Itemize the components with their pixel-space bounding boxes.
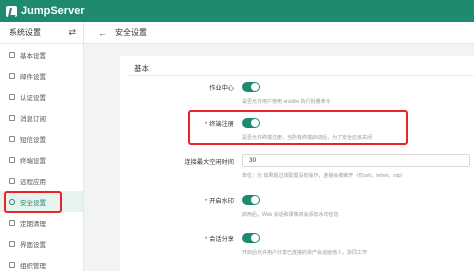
settings-form: 基本 作业中心 是否允许用户使用 ansible 执行批量命令 * 终端注册 是否… (120, 56, 474, 271)
sidebar: 系统设置 ⇄ 基本设置 邮件设置 认证设置 消息订阅 短信设置 终端设置 远程应… (0, 22, 84, 271)
sidebar-item-label: 终端设置 (20, 157, 46, 165)
sidebar-item-org[interactable]: 组织管理 (0, 254, 83, 271)
sms-icon (9, 135, 15, 142)
org-icon (9, 261, 15, 268)
section-divider (128, 75, 474, 76)
sidebar-item-remote-app[interactable]: 远程应用 (0, 170, 83, 191)
message-icon (9, 114, 15, 121)
sidebar-item-label: 定期清理 (20, 220, 46, 228)
remote-app-icon (9, 177, 15, 184)
max-idle-time-help: 单位：分 如果超过该配置没有操作，连接会被断开（仅ssh，telnet，rdp） (242, 173, 406, 179)
sidebar-item-label: 认证设置 (20, 94, 46, 102)
settings-icon (9, 51, 15, 58)
sidebar-item-interface[interactable]: 界面设置 (0, 233, 83, 254)
watermark-help: 启用后，Web 会话和录像将会添加水印信息 (242, 212, 339, 218)
sidebar-item-label: 消息订阅 (20, 115, 46, 123)
watermark-label: * 开启水印 (204, 198, 234, 205)
sidebar-item-label: 基本设置 (20, 52, 46, 60)
sidebar-item-label: 界面设置 (20, 241, 46, 249)
jumpserver-logo-icon (6, 5, 17, 17)
sidebar-item-basic[interactable]: 基本设置 (0, 44, 83, 65)
job-center-help: 是否允许用户使用 ansible 执行批量命令 (242, 99, 331, 105)
required-mark: * (204, 236, 208, 243)
job-center-toggle[interactable] (242, 82, 260, 92)
sidebar-item-cleanup[interactable]: 定期清理 (0, 212, 83, 233)
sidebar-item-auth[interactable]: 认证设置 (0, 86, 83, 107)
logo[interactable]: JumpServer (6, 5, 85, 17)
session-share-label: * 会话分享 (204, 236, 234, 243)
top-bar: JumpServer (0, 0, 474, 22)
job-center-label: 作业中心 (209, 85, 234, 92)
required-mark: * (204, 198, 208, 205)
section-title: 基本 (134, 64, 149, 73)
swap-icon[interactable]: ⇄ (68, 27, 76, 38)
sidebar-item-sms[interactable]: 短信设置 (0, 128, 83, 149)
session-share-help: 开启后允许用户分享已连接的资产会话给他人，协同工作 (242, 250, 368, 256)
page-title: 安全设置 (115, 28, 147, 37)
sidebar-menu: 基本设置 邮件设置 认证设置 消息订阅 短信设置 终端设置 远程应用 安全设置 … (0, 44, 83, 271)
sidebar-title: 系统设置 (9, 28, 41, 37)
terminal-icon (9, 156, 15, 163)
back-arrow-icon[interactable]: ← (98, 28, 107, 38)
highlight-box-terminal-register (188, 110, 408, 145)
app-name: JumpServer (21, 5, 85, 17)
sidebar-item-label: 邮件设置 (20, 73, 46, 81)
auth-icon (9, 93, 15, 100)
sidebar-item-label: 短信设置 (20, 136, 46, 144)
page-header: ← 安全设置 (84, 22, 474, 44)
sidebar-item-terminal[interactable]: 终端设置 (0, 149, 83, 170)
sidebar-item-label: 远程应用 (20, 178, 46, 186)
watermark-toggle[interactable] (242, 195, 260, 205)
sidebar-item-label: 组织管理 (20, 262, 46, 270)
highlight-box-sidebar (4, 191, 62, 213)
cleanup-icon (9, 219, 15, 226)
max-idle-time-label: 连接最大空闲时间 (184, 159, 235, 166)
sidebar-header: 系统设置 ⇄ (0, 22, 83, 44)
sidebar-item-mail[interactable]: 邮件设置 (0, 65, 83, 86)
session-share-toggle[interactable] (242, 233, 260, 243)
interface-icon (9, 240, 15, 247)
mail-icon (9, 72, 15, 79)
max-idle-time-input[interactable]: 30 (242, 154, 470, 167)
sidebar-item-message[interactable]: 消息订阅 (0, 107, 83, 128)
